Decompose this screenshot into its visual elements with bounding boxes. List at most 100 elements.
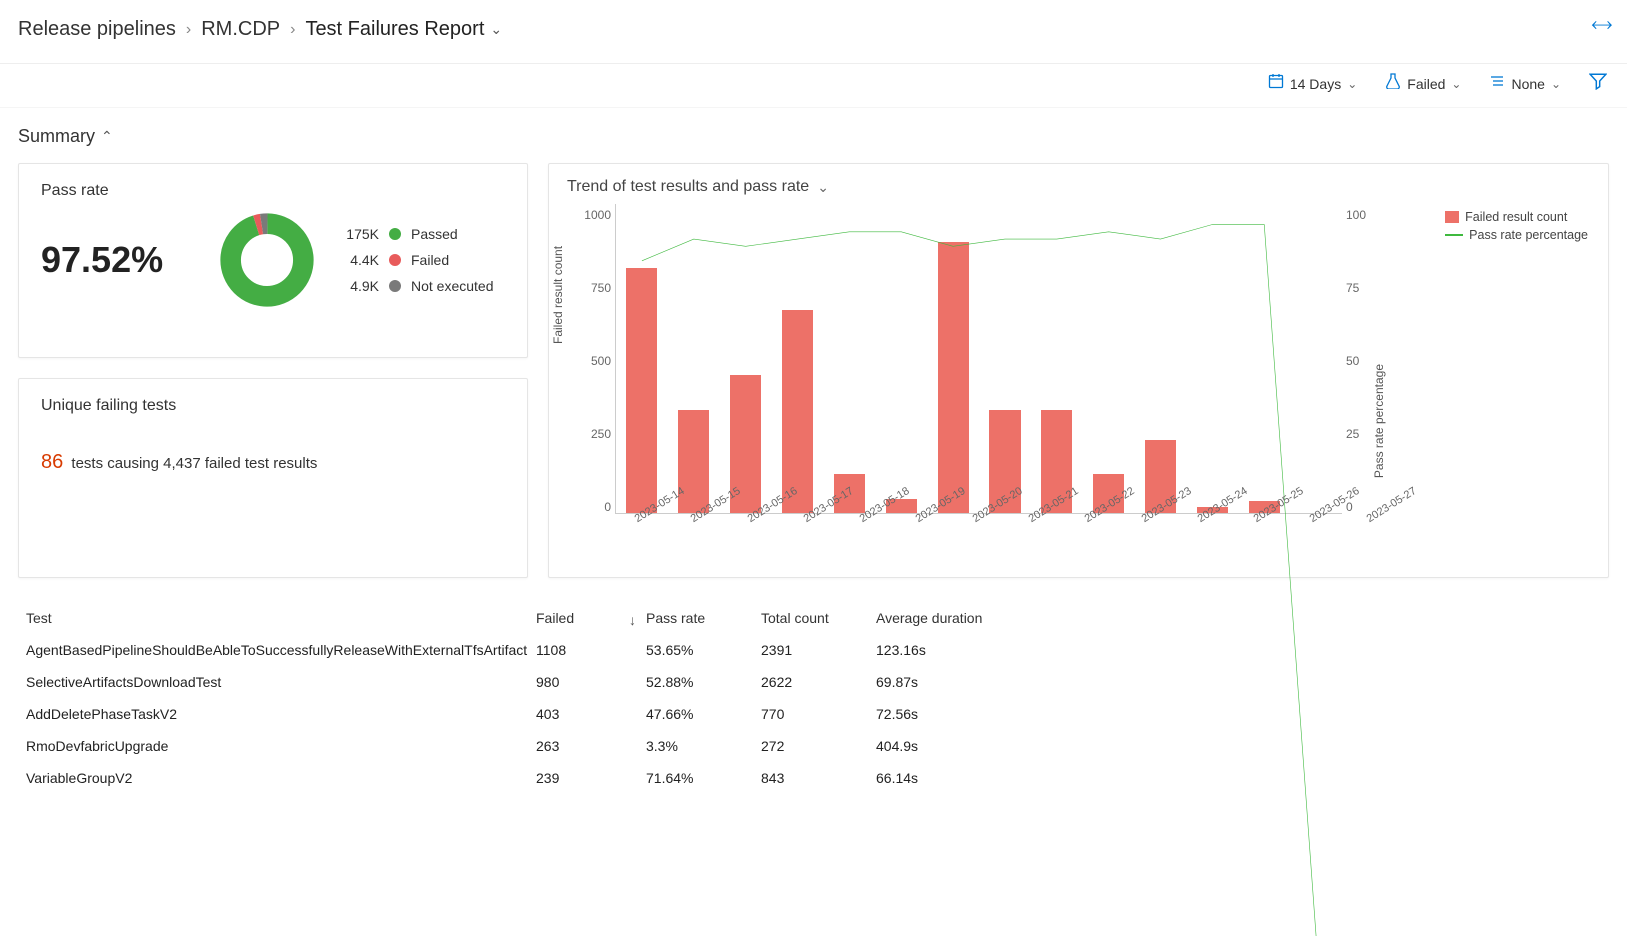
fullscreen-icon[interactable]: ⤢ bbox=[1587, 12, 1615, 40]
summary-label: Summary bbox=[18, 126, 95, 147]
bar-slot bbox=[668, 210, 720, 513]
bar-slot bbox=[1186, 210, 1238, 513]
pass-rate-legend: 175K Passed 4.4K Failed 4.9K Not bbox=[343, 226, 494, 294]
bar-slot bbox=[720, 210, 772, 513]
unique-failing-count: 86 bbox=[41, 451, 63, 473]
outcome-label: Failed bbox=[1407, 76, 1445, 92]
col-header-failed[interactable]: Failed ↓ bbox=[536, 610, 646, 626]
filter-icon[interactable] bbox=[1589, 72, 1607, 95]
chart-legend-line: Pass rate percentage bbox=[1469, 228, 1588, 242]
report-content: Summary ⌃ Pass rate 97.52% bbox=[0, 108, 1627, 824]
col-header-passrate[interactable]: Pass rate bbox=[646, 610, 761, 626]
cell-passrate: 53.65% bbox=[646, 642, 761, 658]
table-row[interactable]: RmoDevfabricUpgrade2633.3%272404.9s bbox=[18, 730, 1609, 762]
chevron-up-icon: ⌃ bbox=[101, 128, 113, 145]
bar-slot bbox=[875, 210, 927, 513]
table-row[interactable]: VariableGroupV223971.64%84366.14s bbox=[18, 762, 1609, 794]
pass-rate-heading: Pass rate bbox=[41, 182, 505, 200]
table-row[interactable]: AddDeletePhaseTaskV240347.66%77072.56s bbox=[18, 698, 1609, 730]
header-bar: Release pipelines › RM.CDP › Test Failur… bbox=[0, 0, 1627, 64]
trend-card: Trend of test results and pass rate ⌄ Fa… bbox=[548, 163, 1609, 578]
breadcrumb: Release pipelines › RM.CDP › Test Failur… bbox=[18, 18, 502, 41]
chevron-right-icon: › bbox=[186, 21, 191, 39]
cell-duration: 69.87s bbox=[876, 674, 1601, 690]
cell-total: 272 bbox=[761, 738, 876, 754]
list-group-icon bbox=[1489, 73, 1505, 94]
bar-slot bbox=[927, 210, 979, 513]
chart-legend: Failed result count Pass rate percentage bbox=[1445, 210, 1588, 246]
chevron-down-icon: ⌄ bbox=[1451, 77, 1461, 91]
chart-plot: 2023-05-142023-05-152023-05-162023-05-17… bbox=[615, 204, 1342, 514]
date-range-picker[interactable]: 14 Days ⌄ bbox=[1268, 73, 1357, 94]
cell-duration: 66.14s bbox=[876, 770, 1601, 786]
col-header-duration[interactable]: Average duration bbox=[876, 610, 1601, 626]
bar-slot bbox=[1238, 210, 1290, 513]
date-range-label: 14 Days bbox=[1290, 76, 1341, 92]
bar-slot bbox=[1290, 210, 1342, 513]
cell-passrate: 3.3% bbox=[646, 738, 761, 754]
bar-swatch-icon bbox=[1445, 211, 1459, 223]
y-axis-right-label: Pass rate percentage bbox=[1372, 364, 1386, 478]
y-left-tick: 250 bbox=[591, 427, 611, 441]
cell-test[interactable]: AddDeletePhaseTaskV2 bbox=[26, 706, 536, 722]
cell-failed: 239 bbox=[536, 770, 646, 786]
chart-legend-bar: Failed result count bbox=[1465, 210, 1567, 224]
table-row[interactable]: SelectiveArtifactsDownloadTest98052.88%2… bbox=[18, 666, 1609, 698]
cell-total: 770 bbox=[761, 706, 876, 722]
cell-failed: 403 bbox=[536, 706, 646, 722]
cell-failed: 263 bbox=[536, 738, 646, 754]
y-right-tick: 50 bbox=[1346, 354, 1359, 368]
unique-failing-text: 86 tests causing 4,437 failed test resul… bbox=[41, 423, 505, 474]
unique-failing-heading: Unique failing tests bbox=[41, 397, 505, 415]
bar-slot bbox=[616, 210, 668, 513]
cell-test[interactable]: SelectiveArtifactsDownloadTest bbox=[26, 674, 536, 690]
breadcrumb-current-dropdown[interactable]: Test Failures Report ⌄ bbox=[305, 18, 502, 41]
pass-rate-donut bbox=[219, 212, 315, 308]
failing-tests-table: Test Failed ↓ Pass rate Total count Aver… bbox=[18, 602, 1609, 794]
y-left-tick: 500 bbox=[591, 354, 611, 368]
legend-failed-count: 4.4K bbox=[343, 252, 379, 268]
breadcrumb-root[interactable]: Release pipelines bbox=[18, 18, 176, 41]
dot-grey-icon bbox=[389, 280, 401, 292]
chevron-down-icon: ⌄ bbox=[817, 179, 829, 196]
pass-rate-card: Pass rate 97.52% 175K bbox=[18, 163, 528, 358]
breadcrumb-mid[interactable]: RM.CDP bbox=[201, 18, 280, 41]
outcome-picker[interactable]: Failed ⌄ bbox=[1385, 73, 1461, 94]
cell-test[interactable]: VariableGroupV2 bbox=[26, 770, 536, 786]
col-header-total[interactable]: Total count bbox=[761, 610, 876, 626]
trend-heading-label: Trend of test results and pass rate bbox=[567, 178, 809, 196]
summary-cards-row: Pass rate 97.52% 175K bbox=[18, 163, 1609, 578]
cell-test[interactable]: AgentBasedPipelineShouldBeAbleToSuccessf… bbox=[26, 642, 536, 658]
y-right-tick: 25 bbox=[1346, 427, 1359, 441]
chevron-down-icon: ⌄ bbox=[1551, 77, 1561, 91]
bar-slot bbox=[1031, 210, 1083, 513]
legend-failed: 4.4K Failed bbox=[343, 252, 494, 268]
col-header-failed-label: Failed bbox=[536, 610, 574, 626]
cell-total: 2391 bbox=[761, 642, 876, 658]
summary-section-toggle[interactable]: Summary ⌃ bbox=[18, 126, 1609, 147]
col-header-test[interactable]: Test bbox=[26, 610, 536, 626]
line-swatch-icon bbox=[1445, 234, 1463, 236]
cell-duration: 72.56s bbox=[876, 706, 1601, 722]
sort-desc-icon: ↓ bbox=[629, 612, 636, 628]
cell-test[interactable]: RmoDevfabricUpgrade bbox=[26, 738, 536, 754]
y-right-tick: 75 bbox=[1346, 281, 1359, 295]
table-row[interactable]: AgentBasedPipelineShouldBeAbleToSuccessf… bbox=[18, 634, 1609, 666]
x-label-slot: 2023-05-14 bbox=[616, 473, 672, 533]
cell-duration: 123.16s bbox=[876, 642, 1601, 658]
group-by-picker[interactable]: None ⌄ bbox=[1489, 73, 1561, 94]
y-right-tick: 100 bbox=[1346, 208, 1366, 222]
cell-passrate: 71.64% bbox=[646, 770, 761, 786]
chevron-down-icon: ⌄ bbox=[1347, 77, 1357, 91]
chevron-down-icon: ⌄ bbox=[490, 21, 502, 38]
chart-area: 10007505002500 2023-05-142023-05-152023-… bbox=[567, 204, 1590, 554]
chevron-right-icon: › bbox=[290, 21, 295, 39]
legend-notexec: 4.9K Not executed bbox=[343, 278, 494, 294]
dot-red-icon bbox=[389, 254, 401, 266]
pass-rate-value: 97.52% bbox=[41, 239, 191, 281]
cell-failed: 1108 bbox=[536, 642, 646, 658]
legend-notexec-label: Not executed bbox=[411, 278, 494, 294]
cell-passrate: 52.88% bbox=[646, 674, 761, 690]
bar-slot bbox=[1083, 210, 1135, 513]
trend-heading-dropdown[interactable]: Trend of test results and pass rate ⌄ bbox=[567, 178, 1590, 196]
